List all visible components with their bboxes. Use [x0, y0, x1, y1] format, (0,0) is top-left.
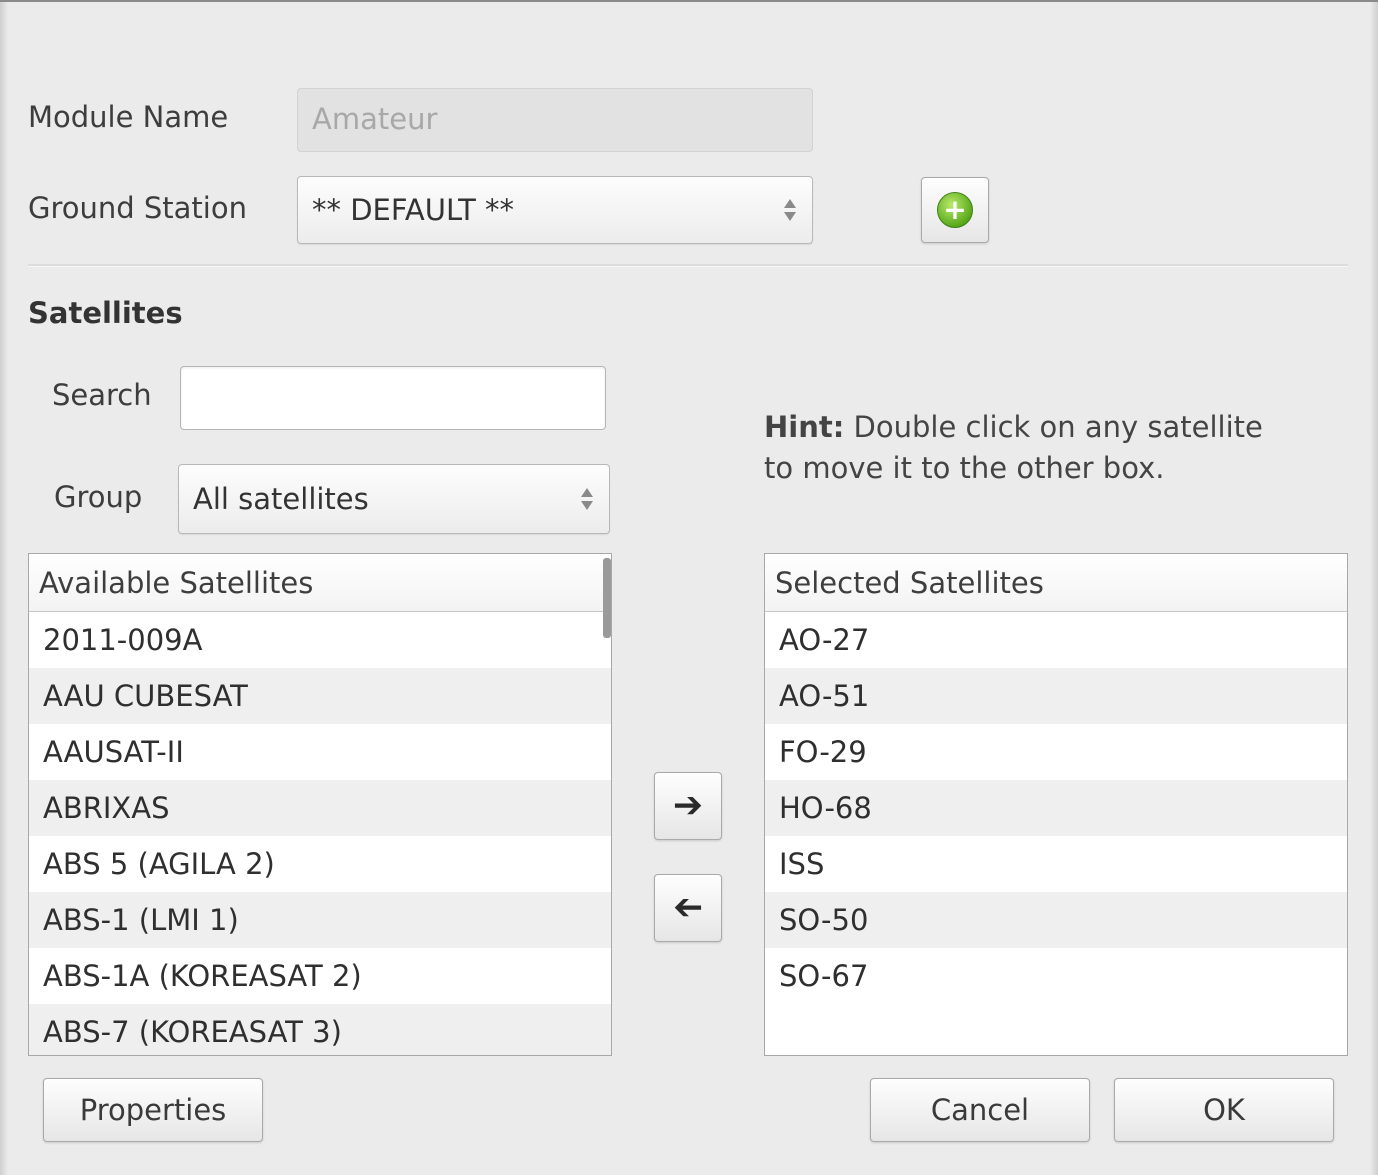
list-item[interactable]: ABS 5 (AGILA 2) [29, 836, 611, 892]
dialog-shadow-right [1370, 2, 1378, 1175]
hint-line-1: Hint: Double click on any satellite [764, 410, 1263, 444]
module-dialog: Module Name Amateur Ground Station ** DE… [0, 0, 1378, 1175]
available-satellites-header[interactable]: Available Satellites [29, 554, 611, 612]
search-label: Search [52, 378, 152, 412]
hint-text-1: Double click on any satellite [853, 410, 1263, 444]
list-item[interactable]: 2011-009A [29, 612, 611, 668]
separator [28, 264, 1348, 267]
ground-station-value: ** DEFAULT ** [312, 193, 515, 227]
combo-arrows-icon [581, 488, 593, 510]
ground-station-select[interactable]: ** DEFAULT ** [297, 176, 813, 244]
list-item[interactable]: ISS [765, 836, 1347, 892]
ok-button[interactable]: OK [1114, 1078, 1334, 1142]
list-item[interactable]: ABS-1 (LMI 1) [29, 892, 611, 948]
move-left-button[interactable]: ➔ [654, 874, 722, 942]
list-item[interactable]: SO-50 [765, 892, 1347, 948]
arrow-right-icon: ➔ [672, 785, 704, 826]
list-item[interactable]: AAU CUBESAT [29, 668, 611, 724]
available-satellites-list[interactable]: Available Satellites 2011-009A AAU CUBESA… [28, 553, 612, 1056]
hint-bold: Hint: [764, 410, 845, 444]
add-ground-station-button[interactable]: + [921, 177, 989, 243]
available-rows: 2011-009A AAU CUBESAT AAUSAT-II ABRIXAS ABS … [29, 612, 611, 1055]
satellites-heading: Satellites [28, 296, 183, 330]
list-item[interactable]: ABS-7 (KOREASAT 3) [29, 1004, 611, 1055]
selected-rows: AO-27 AO-51 FO-29 HO-68 ISS SO-50 SO-67 [765, 612, 1347, 1004]
list-item[interactable]: ABS-1A (KOREASAT 2) [29, 948, 611, 1004]
list-item[interactable]: HO-68 [765, 780, 1347, 836]
combo-arrows-icon [784, 199, 796, 221]
move-right-button[interactable]: ➔ [654, 772, 722, 840]
group-value: All satellites [193, 482, 369, 516]
scrollbar-thumb[interactable] [603, 558, 611, 638]
list-item[interactable]: AO-27 [765, 612, 1347, 668]
dialog-shadow-left [0, 2, 8, 1175]
ground-station-label: Ground Station [28, 191, 247, 225]
properties-button[interactable]: Properties [43, 1078, 263, 1142]
selected-satellites-list[interactable]: Selected Satellites AO-27 AO-51 FO-29 HO-68… [764, 553, 1348, 1056]
hint-line-2: to move it to the other box. [764, 451, 1165, 485]
list-item[interactable]: FO-29 [765, 724, 1347, 780]
group-label: Group [54, 480, 143, 514]
group-select[interactable]: All satellites [178, 464, 610, 534]
selected-satellites-header[interactable]: Selected Satellites [765, 554, 1347, 612]
list-item[interactable]: AAUSAT-II [29, 724, 611, 780]
arrow-left-icon: ➔ [672, 887, 704, 928]
module-name-field: Amateur [297, 88, 813, 152]
list-item[interactable]: AO-51 [765, 668, 1347, 724]
search-input[interactable] [180, 366, 606, 430]
list-item[interactable]: ABRIXAS [29, 780, 611, 836]
cancel-button[interactable]: Cancel [870, 1078, 1090, 1142]
plus-circle-icon: + [937, 192, 973, 228]
module-name-label: Module Name [28, 100, 229, 134]
list-item[interactable]: SO-67 [765, 948, 1347, 1004]
